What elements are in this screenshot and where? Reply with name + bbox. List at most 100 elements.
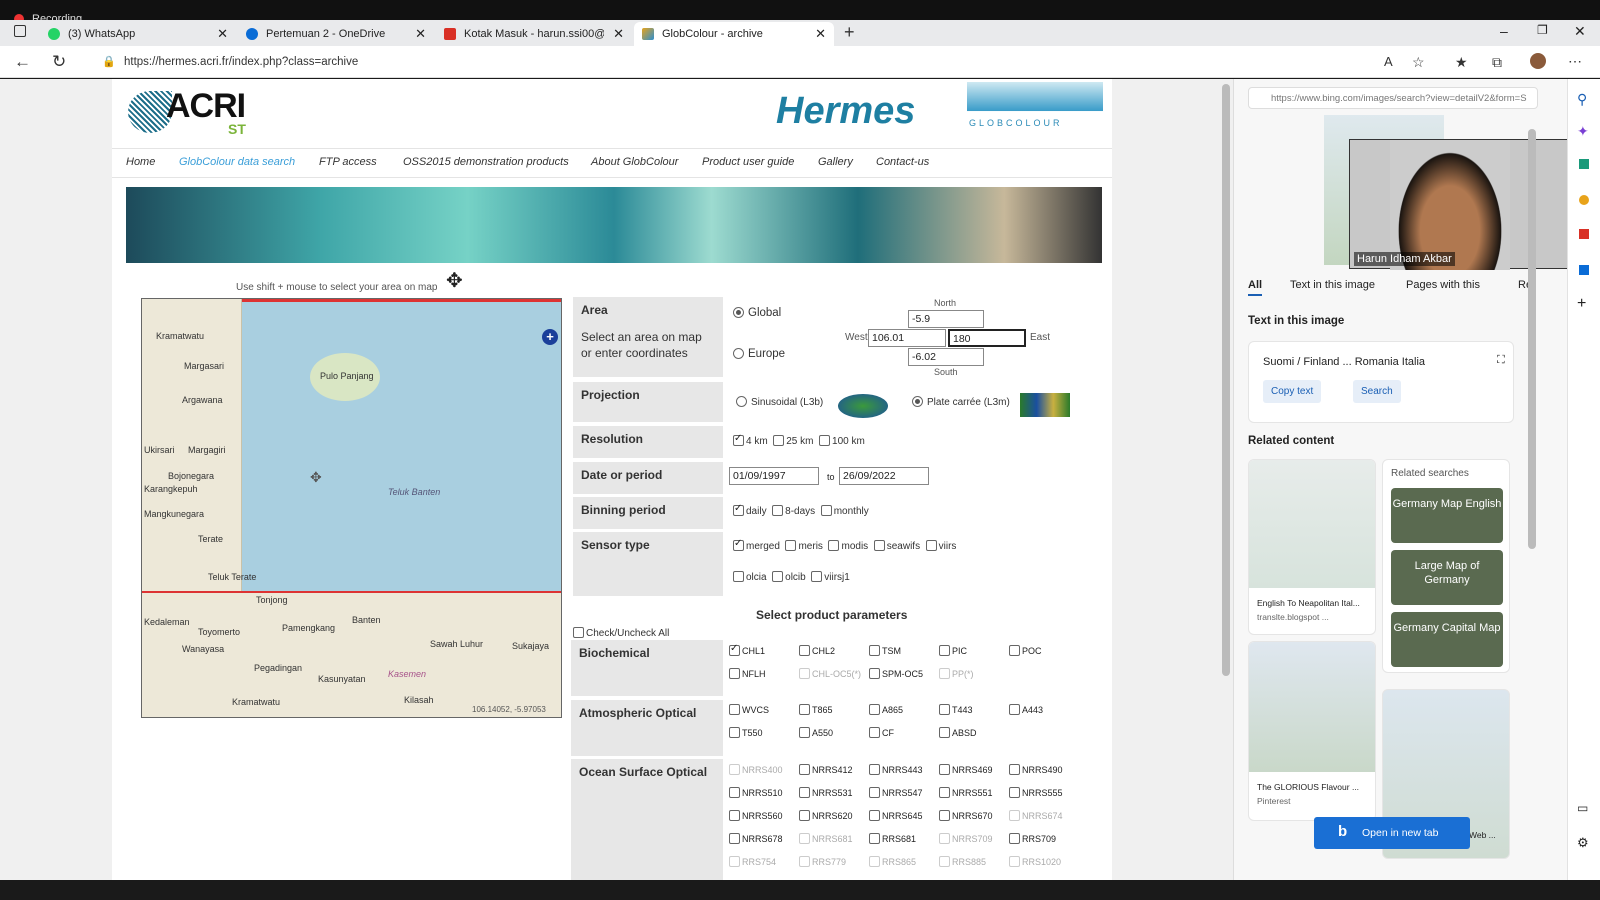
ocean-nrrs555-option[interactable]: NRRS555 <box>1009 787 1063 798</box>
close-icon[interactable]: ✕ <box>613 22 624 46</box>
biochem-spmoc5-option[interactable]: SPM-OC5 <box>869 668 923 679</box>
biochem-tsm-option[interactable]: TSM <box>869 645 901 656</box>
checkbox[interactable] <box>869 787 880 798</box>
tab-pages[interactable]: Pages with this <box>1406 279 1480 291</box>
ocean-nrrs678-option[interactable]: NRRS678 <box>729 833 783 844</box>
ocean-nrrs510-option[interactable]: NRRS510 <box>729 787 783 798</box>
related-search-2[interactable]: Large Map of Germany <box>1391 550 1503 605</box>
bin-monthly-checkbox[interactable] <box>820 505 832 516</box>
ocean-nrrs560-option[interactable]: NRRS560 <box>729 810 783 821</box>
date-from-input[interactable]: 01/09/1997 <box>729 467 819 485</box>
checkbox[interactable] <box>939 645 950 656</box>
ocean-nrrs620-option[interactable]: NRRS620 <box>799 810 853 821</box>
atmos-t865-option[interactable]: T865 <box>799 704 833 715</box>
checkbox[interactable] <box>799 833 810 844</box>
checkbox[interactable] <box>799 856 810 867</box>
acri-logo[interactable]: ACRI ST <box>128 87 268 137</box>
checkbox[interactable] <box>1009 704 1020 715</box>
checkbox[interactable] <box>869 764 880 775</box>
atmos-absd-option[interactable]: ABSD <box>939 727 977 738</box>
new-tab-icon[interactable]: + <box>844 22 855 43</box>
related-card[interactable]: English To Neapolitan Ital... translte.b… <box>1248 459 1376 635</box>
tab-onedrive[interactable]: Pertemuan 2 - OneDrive ✕ <box>238 22 434 46</box>
favorites-icon[interactable]: ★ <box>1455 54 1468 71</box>
checkbox[interactable] <box>869 704 880 715</box>
close-icon[interactable]: ✕ <box>217 22 228 46</box>
checkbox[interactable] <box>729 643 740 656</box>
ocean-rrs709-option[interactable]: RRS709 <box>1009 833 1056 844</box>
sensor-viirs-checkbox[interactable] <box>925 540 937 551</box>
checkbox[interactable] <box>939 833 950 844</box>
checkbox[interactable] <box>1009 833 1020 844</box>
checkbox[interactable] <box>729 727 740 738</box>
collections-icon[interactable]: ⧉ <box>1492 54 1502 71</box>
checkbox[interactable] <box>799 810 810 821</box>
sensor-seawifs-checkbox[interactable] <box>873 540 885 551</box>
atmos-t443-option[interactable]: T443 <box>939 704 973 715</box>
sensor-olcia-checkbox[interactable] <box>733 571 744 582</box>
nav-home[interactable]: Home <box>126 156 155 168</box>
office-icon[interactable] <box>1579 229 1589 239</box>
checkbox[interactable] <box>729 704 740 715</box>
europe-radio[interactable]: Europe <box>733 348 785 360</box>
biochem-nflh-option[interactable]: NFLH <box>729 668 766 679</box>
atmos-t550-option[interactable]: T550 <box>729 727 763 738</box>
nav-data-search[interactable]: GlobColour data search <box>179 156 295 168</box>
res-25km-checkbox[interactable] <box>773 435 785 446</box>
date-to-input[interactable]: 26/09/2022 <box>839 467 929 485</box>
related-search-3[interactable]: Germany Capital Map <box>1391 612 1503 667</box>
zoom-in-button[interactable]: + <box>542 329 558 345</box>
sinusoidal-radio[interactable]: Sinusoidal (L3b) <box>736 396 823 408</box>
res-4km-checkbox[interactable] <box>733 433 744 446</box>
atmos-a865-option[interactable]: A865 <box>869 704 903 715</box>
checkbox[interactable] <box>729 856 740 867</box>
res-100km-checkbox[interactable] <box>819 435 831 446</box>
checkbox[interactable] <box>799 645 810 656</box>
copy-text-button[interactable]: Copy text <box>1263 380 1322 403</box>
hermes-logo[interactable]: Hermes <box>776 90 915 133</box>
checkbox[interactable] <box>729 668 740 679</box>
nav-oss2015[interactable]: OSS2015 demonstration products <box>403 156 569 168</box>
checkbox[interactable] <box>1009 856 1020 867</box>
nav-gallery[interactable]: Gallery <box>818 156 853 168</box>
read-aloud-icon[interactable]: A <box>1384 54 1393 69</box>
outlook-icon[interactable] <box>1579 265 1589 275</box>
south-input[interactable]: -6.02 <box>908 348 984 366</box>
open-in-new-tab-button[interactable]: b Open in new tab <box>1314 817 1470 849</box>
ocean-nrrs490-option[interactable]: NRRS490 <box>1009 764 1063 775</box>
refresh-icon[interactable]: ↻ <box>52 52 66 72</box>
tab-gmail[interactable]: Kotak Masuk - harun.ssi00@gma✕ <box>436 22 632 46</box>
search-button[interactable]: Search <box>1353 380 1401 403</box>
checkbox[interactable] <box>799 704 810 715</box>
checkbox[interactable] <box>729 833 740 844</box>
tab-text-in-image[interactable]: Text in this image <box>1290 279 1375 291</box>
checkbox[interactable] <box>939 787 950 798</box>
sensor-meris-checkbox[interactable] <box>785 540 797 551</box>
ocean-rrs681-option[interactable]: RRS681 <box>869 833 916 844</box>
sensor-viirsj1-checkbox[interactable] <box>811 571 823 582</box>
games-icon[interactable] <box>1579 195 1589 205</box>
east-input[interactable]: 180 <box>948 329 1026 347</box>
checkbox[interactable] <box>869 668 880 679</box>
checkbox[interactable] <box>1009 764 1020 775</box>
ocean-nrrs645-option[interactable]: NRRS645 <box>869 810 923 821</box>
copilot-icon[interactable]: ✦ <box>1577 123 1589 140</box>
atmos-a550-option[interactable]: A550 <box>799 727 833 738</box>
biochem-poc-option[interactable]: POC <box>1009 645 1042 656</box>
checkbox[interactable] <box>869 833 880 844</box>
profile-avatar[interactable] <box>1530 53 1546 69</box>
checkbox[interactable] <box>729 810 740 821</box>
sidebar-scrollbar[interactable] <box>1528 129 1536 549</box>
nav-contact[interactable]: Contact-us <box>876 156 929 168</box>
checkbox[interactable] <box>939 668 950 679</box>
area-map[interactable]: Kramatwatu Margasari Pulo Panjang Argawa… <box>141 298 562 718</box>
checkbox[interactable] <box>939 704 950 715</box>
bin-daily-checkbox[interactable] <box>733 503 744 516</box>
more-icon[interactable]: ⋯ <box>1568 53 1582 70</box>
tab-whatsapp[interactable]: (3) WhatsApp ✕ <box>40 22 236 46</box>
expand-icon[interactable]: ⛶ <box>1497 354 1505 367</box>
sensor-merged-checkbox[interactable] <box>733 538 744 551</box>
window-close-icon[interactable]: ✕ <box>1574 23 1586 40</box>
sensor-modis-checkbox[interactable] <box>828 540 840 551</box>
checkbox[interactable] <box>1009 645 1020 656</box>
